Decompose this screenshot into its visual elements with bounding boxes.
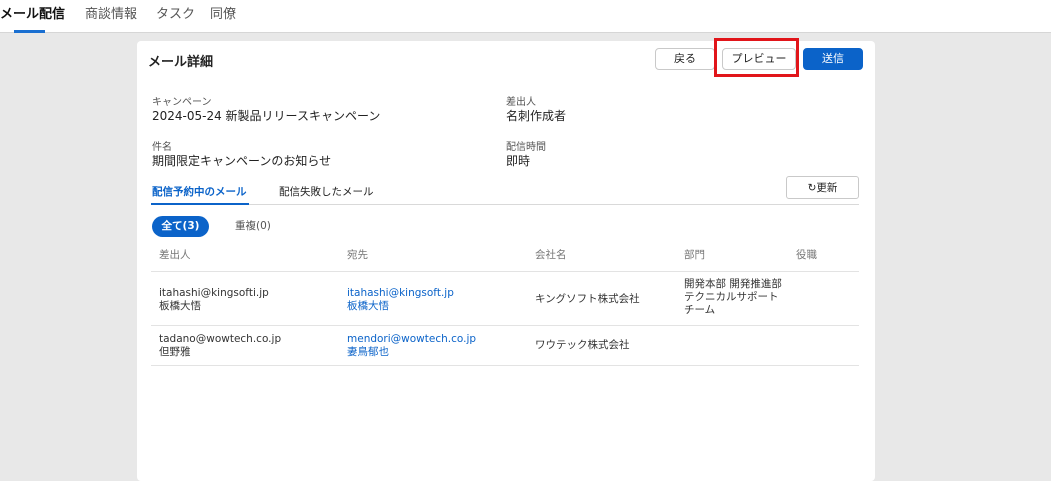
row-company: キングソフト株式会社	[535, 293, 640, 305]
subject-value: 期間限定キャンペーンのお知らせ	[152, 154, 332, 168]
table-row-divider	[151, 365, 859, 366]
subject-label: 件名	[152, 142, 172, 153]
refresh-button[interactable]: ↻更新	[786, 176, 859, 199]
column-header-department: 部門	[684, 249, 705, 261]
campaign-label: キャンペーン	[152, 97, 212, 108]
row-sender-email: tadano@wowtech.co.jp	[159, 333, 282, 345]
top-navigation: メール配信 商談情報 タスク 同僚	[0, 0, 1051, 33]
column-header-recipient: 宛先	[347, 249, 368, 261]
column-header-position: 役職	[796, 249, 817, 261]
table-row-divider	[151, 325, 859, 326]
preview-highlight-box	[714, 38, 799, 77]
tab-scheduled-mail[interactable]: 配信予約中のメール	[152, 184, 247, 199]
row-recipient-email[interactable]: mendori@wowtech.co.jp	[347, 333, 476, 345]
mail-detail-card: メール詳細 戻る プレビュー 送信 キャンペーン 2024-05-24 新製品リ…	[137, 38, 875, 481]
filter-all-pill[interactable]: 全て(3)	[152, 216, 209, 237]
subtab-divider	[151, 204, 859, 205]
table-header-divider	[151, 271, 859, 272]
page-title: メール詳細	[148, 55, 214, 70]
filter-duplicate-label: 重複	[235, 220, 256, 232]
row-sender-name: 板橋大悟	[159, 300, 201, 312]
row-recipient-name[interactable]: 板橋大悟	[347, 300, 389, 312]
row-recipient-name[interactable]: 妻鳥郁也	[347, 346, 389, 358]
active-tab-indicator	[14, 30, 45, 33]
nav-tab-colleagues[interactable]: 同僚	[210, 6, 236, 32]
send-button[interactable]: 送信	[803, 48, 863, 70]
column-header-company: 会社名	[535, 249, 567, 261]
row-recipient-email[interactable]: itahashi@kingsoft.jp	[347, 287, 454, 299]
row-sender-email: itahashi@kingsofti.jp	[159, 287, 269, 299]
row-department: 開発本部 開発推進部 テクニカルサポートチーム	[684, 278, 782, 316]
campaign-value: 2024-05-24 新製品リリースキャンペーン	[152, 109, 381, 123]
delivery-time-label: 配信時間	[506, 142, 546, 153]
filter-duplicate[interactable]: 重複(0)	[235, 216, 271, 237]
row-sender-name: 但野雅	[159, 346, 191, 358]
sender-label: 差出人	[506, 97, 536, 108]
sender-value: 名刺作成者	[506, 109, 567, 123]
refresh-label: 更新	[816, 182, 838, 194]
column-header-sender: 差出人	[159, 249, 191, 261]
delivery-time-value: 即時	[506, 154, 531, 168]
filter-duplicate-count: (0)	[256, 220, 271, 232]
nav-tab-tasks[interactable]: タスク	[156, 6, 195, 32]
nav-tab-deals[interactable]: 商談情報	[85, 6, 137, 32]
nav-tab-mail[interactable]: メール配信	[0, 6, 65, 32]
back-button[interactable]: 戻る	[655, 48, 715, 70]
row-company: ワウテック株式会社	[535, 339, 630, 351]
subtab-active-indicator	[151, 203, 249, 205]
tab-failed-mail[interactable]: 配信失敗したメール	[279, 184, 374, 199]
